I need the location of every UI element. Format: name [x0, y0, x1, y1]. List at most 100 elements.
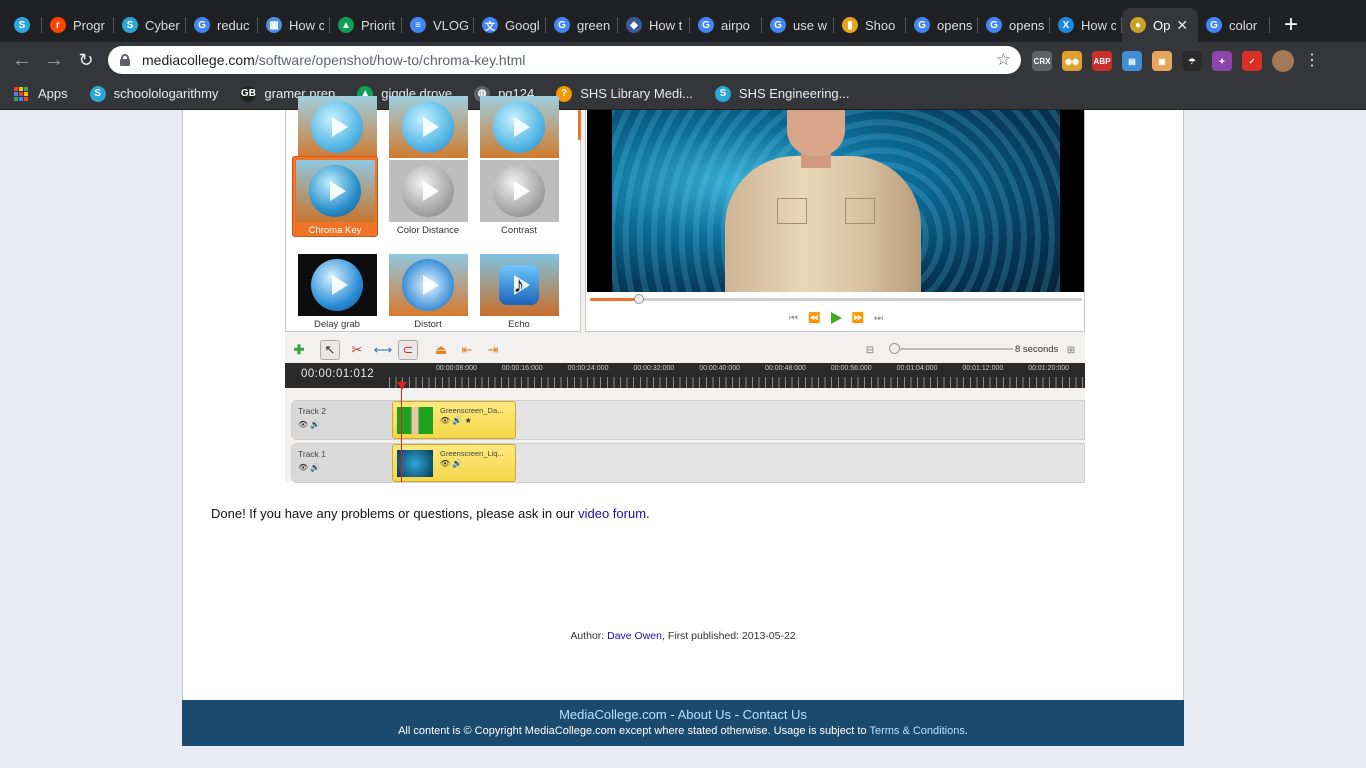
browser-tab[interactable]: Gopens — [906, 8, 978, 42]
effect-item[interactable]: Delay grab — [294, 254, 380, 330]
seek-handle[interactable] — [634, 294, 645, 304]
extension-icon[interactable]: ☂ — [1182, 51, 1202, 71]
bookmark-star-icon[interactable]: ☆ — [996, 50, 1011, 70]
browser-tab[interactable]: Guse w — [762, 8, 834, 42]
forward-arrow-icon[interactable]: → — [38, 49, 70, 72]
extension-icon[interactable]: ◉◉ — [1062, 51, 1082, 71]
play-icon[interactable] — [830, 312, 842, 324]
profile-avatar[interactable] — [1272, 50, 1294, 72]
jump-end-icon[interactable]: ⏭ — [874, 313, 883, 324]
extension-icon[interactable]: ▤ — [1122, 51, 1142, 71]
address-bar[interactable]: mediacollege.com/software/openshot/how-t… — [108, 46, 1021, 74]
browser-tab[interactable]: Gcolor — [1198, 8, 1270, 42]
browser-tab[interactable]: r Progr — [42, 8, 114, 42]
browser-tab[interactable]: S Cyber — [114, 8, 186, 42]
clip-thumbnail — [397, 407, 433, 434]
footer-sep: - — [731, 707, 743, 722]
browser-tab[interactable]: Gairpo — [690, 8, 762, 42]
snap-magnet-icon[interactable]: ⊂ — [398, 340, 418, 360]
resize-icon[interactable]: ⟷ — [373, 340, 393, 360]
browser-tab[interactable]: ● Op ✕ — [1122, 8, 1198, 42]
seek-bar[interactable] — [590, 294, 1082, 304]
bookmark-label: SHS Engineering... — [738, 86, 850, 101]
timeline-clip[interactable]: Greenscreen_Liq... 👁 🔊 — [392, 444, 516, 482]
razor-icon[interactable]: ✂ — [347, 340, 367, 360]
browser-tab[interactable]: ▦ How c — [258, 8, 330, 42]
effect-item[interactable]: Contrast — [476, 160, 562, 236]
zoom-slider-track[interactable] — [889, 348, 1013, 350]
track-name: Track 2 — [298, 406, 327, 416]
zoom-out-icon[interactable]: ⊟ — [860, 340, 880, 360]
browser-tab[interactable]: S — [6, 8, 42, 42]
browser-tab[interactable]: Gopens — [978, 8, 1050, 42]
extension-icon[interactable]: ✓ — [1242, 51, 1262, 71]
zoom-in-icon[interactable]: ⊞ — [1061, 340, 1081, 360]
clip-visibility-audio-icon[interactable]: 👁 🔊 — [440, 459, 462, 468]
bookmark-item[interactable]: ? SHS Library Medi... — [556, 85, 693, 102]
bookmark-item[interactable]: Apps — [14, 86, 68, 101]
fast-forward-icon[interactable]: ⏩ — [852, 313, 864, 324]
browser-tab[interactable]: X How c — [1050, 8, 1122, 42]
previous-marker-icon[interactable]: ⇤ — [457, 340, 477, 360]
tab-label: How t — [649, 17, 683, 33]
browser-tab[interactable]: ≡ VLOG — [402, 8, 474, 42]
browser-menu-icon[interactable]: ⋮ — [1304, 53, 1320, 69]
track-visibility-audio-icon[interactable]: 👁 🔊 — [298, 463, 320, 472]
author-link[interactable]: Dave Owen — [607, 630, 662, 642]
reload-icon[interactable]: ↻ — [70, 50, 102, 71]
footer-about-link[interactable]: About Us — [678, 707, 731, 722]
ruler-label: 00:01:12:000 — [962, 365, 1004, 372]
timeline-clip[interactable]: Greenscreen_Da... 👁 🔊 ★ — [392, 401, 516, 439]
track-header[interactable]: Track 1 👁 🔊 — [292, 444, 392, 482]
back-arrow-icon[interactable]: ← — [6, 49, 38, 72]
playhead-marker-icon[interactable] — [397, 382, 407, 390]
browser-tab[interactable]: ▮ Shoo — [834, 8, 906, 42]
track-visibility-audio-icon[interactable]: 👁 🔊 — [298, 420, 320, 429]
effect-item[interactable]: Distort — [385, 254, 471, 330]
effect-item[interactable]: Color Distance — [385, 160, 471, 236]
next-marker-icon[interactable]: ⇥ — [483, 340, 503, 360]
shirt-pocket — [777, 198, 807, 224]
timeline-track[interactable]: Track 2 👁 🔊 Greenscreen_Da... 👁 🔊 ★ — [291, 400, 1085, 440]
terms-link[interactable]: Terms & Conditions — [869, 725, 964, 737]
rewind-icon[interactable]: ⏪ — [808, 313, 820, 324]
zoom-slider-handle[interactable] — [889, 343, 900, 354]
effect-item[interactable]: ♪ Echo — [476, 254, 562, 330]
browser-tab[interactable]: 文 Googl — [474, 8, 546, 42]
extension-icon[interactable]: ABP — [1092, 51, 1112, 71]
bookmark-item[interactable]: Sschoolologarithmy — [89, 85, 218, 102]
effect-orb-icon — [311, 101, 363, 153]
tab-close-icon[interactable]: ✕ — [1176, 17, 1188, 34]
tab-label: reduc — [217, 17, 250, 33]
tab-label: Cyber — [145, 17, 180, 33]
footer-contact-link[interactable]: Contact Us — [743, 707, 807, 722]
effect-thumbnail — [479, 96, 559, 158]
clip-visibility-audio-icon[interactable]: 👁 🔊 ★ — [440, 416, 472, 425]
ruler-label: 00:01:20:000 — [1028, 365, 1070, 372]
add-track-icon[interactable]: ✚ — [289, 340, 309, 360]
effect-item[interactable]: Chroma Key — [292, 156, 378, 237]
extension-icon[interactable]: CRX — [1032, 51, 1052, 71]
select-arrow-icon[interactable]: ↖ — [320, 340, 340, 360]
browser-tab[interactable]: Ggreen — [546, 8, 618, 42]
copyright-text: All content is © Copyright MediaCollege.… — [398, 725, 870, 737]
done-text: Done! If you have any problems or questi… — [211, 506, 579, 521]
playhead-line[interactable] — [401, 380, 402, 482]
track-header[interactable]: Track 2 👁 🔊 — [292, 401, 392, 439]
tab-favicon-icon: ● — [1130, 17, 1146, 33]
new-tab-icon[interactable]: + — [1284, 8, 1298, 42]
tab-favicon-icon: X — [1058, 17, 1074, 33]
bookmarks-bar: Apps Sschoolologarithmy GB gramer prep ▲ gigg… — [0, 78, 1366, 110]
extension-icon[interactable]: ✦ — [1212, 51, 1232, 71]
footer-home-link[interactable]: MediaCollege.com — [559, 707, 667, 722]
effect-orb-icon: ♪ — [499, 265, 539, 305]
jump-start-icon[interactable]: ⏮ — [789, 313, 798, 324]
add-marker-icon[interactable]: ⏏ — [431, 340, 451, 360]
browser-tab[interactable]: ▲ Priorit — [330, 8, 402, 42]
bookmark-item[interactable]: S SHS Engineering... — [714, 85, 850, 102]
video-forum-link[interactable]: video forum — [578, 506, 646, 521]
browser-tab[interactable]: Greduc — [186, 8, 258, 42]
extension-icon[interactable]: ▣ — [1152, 51, 1172, 71]
browser-tab[interactable]: ◆ How t — [618, 8, 690, 42]
timeline-track[interactable]: Track 1 👁 🔊 Greenscreen_Liq... 👁 🔊 — [291, 443, 1085, 483]
